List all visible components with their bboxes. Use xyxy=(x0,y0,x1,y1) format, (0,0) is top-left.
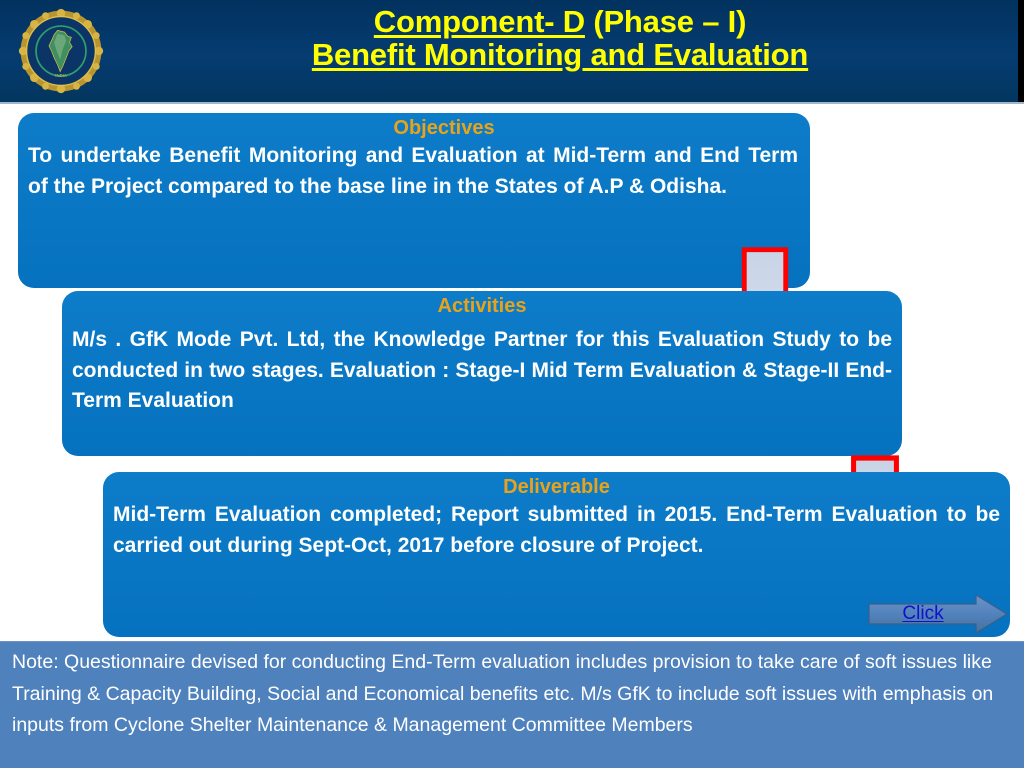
footer-note-text: Note: Questionnaire devised for conducti… xyxy=(12,651,994,737)
deliverable-body: Mid-Term Evaluation completed; Report su… xyxy=(113,503,1000,557)
activities-box: Activities M/s . GfK Mode Pvt. Ltd, the … xyxy=(62,291,902,456)
objectives-title: Objectives xyxy=(393,117,495,139)
page-title-line2: Benefit Monitoring and Evaluation xyxy=(311,36,809,72)
activities-title: Activities xyxy=(437,295,527,317)
header-title-block: Component- D (Phase – I) Benefit Monitor… xyxy=(120,4,1000,72)
click-link-label[interactable]: Click xyxy=(902,603,943,625)
deliverable-title: Deliverable xyxy=(503,476,610,498)
objectives-body: To undertake Benefit Monitoring and Eval… xyxy=(28,144,798,198)
page-title-phase: (Phase – I) xyxy=(584,4,747,39)
page-title-line1: Component- D (Phase – I) xyxy=(120,4,1000,39)
page-title-component: Component- D xyxy=(373,4,585,39)
slide-header-band: INDIA Component- D (Phase – I) Benefit M… xyxy=(0,0,1024,104)
footer-note-bar: Note: Questionnaire devised for conducti… xyxy=(0,641,1024,768)
click-link[interactable]: Click xyxy=(868,594,978,634)
ndma-emblem-icon: INDIA xyxy=(18,8,104,94)
objectives-box: Objectives To undertake Benefit Monitori… xyxy=(18,113,810,288)
activities-body: M/s . GfK Mode Pvt. Ltd, the Knowledge P… xyxy=(72,328,892,413)
svg-text:INDIA: INDIA xyxy=(55,73,67,78)
